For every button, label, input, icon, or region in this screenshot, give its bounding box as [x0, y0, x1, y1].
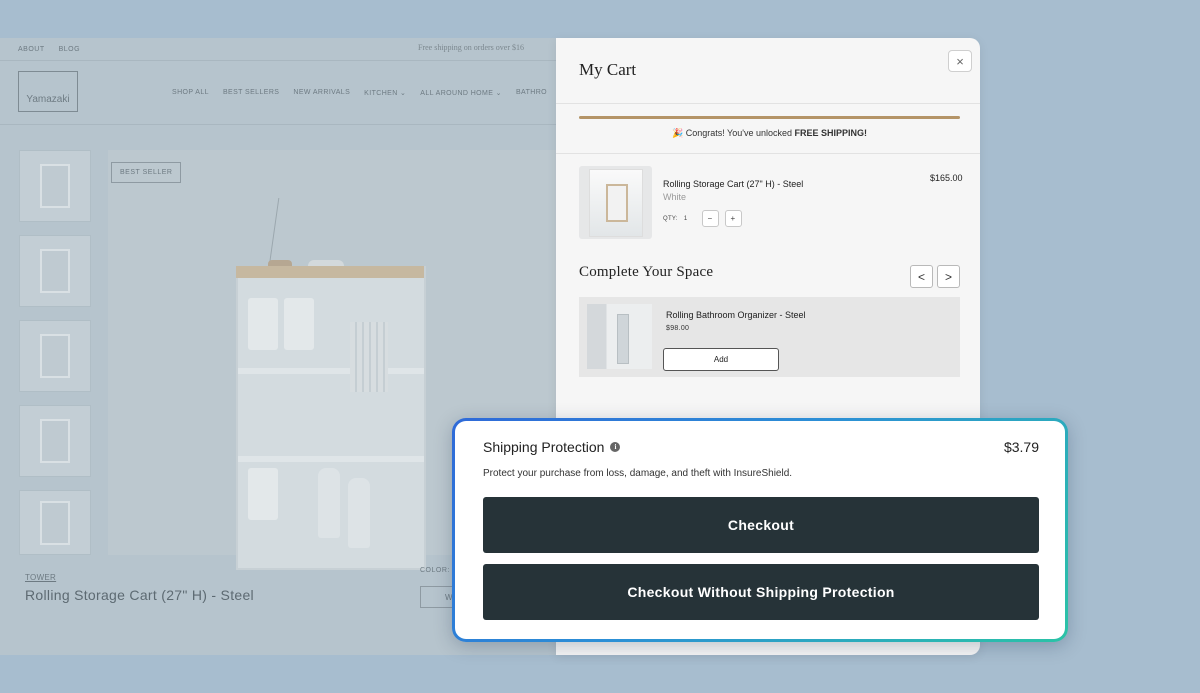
storage-cart-illustration: [236, 266, 426, 570]
towel-roll: [248, 468, 278, 520]
upsell-product-name[interactable]: Rolling Bathroom Organizer - Steel: [666, 310, 806, 320]
checkout-without-protection-button[interactable]: Checkout Without Shipping Protection: [483, 564, 1039, 620]
product-thumbnail[interactable]: [19, 320, 91, 392]
thumbnail-image: [40, 500, 70, 545]
cart-title: My Cart: [579, 60, 637, 79]
upsell-section-title: Complete Your Space: [579, 264, 714, 280]
nav-new-arrivals[interactable]: NEW ARRIVALS: [293, 89, 350, 97]
chevron-right-icon: >: [944, 269, 952, 284]
shipping-protection-title: Shipping Protection i: [483, 439, 621, 455]
upsell-prev-button[interactable]: <: [910, 265, 933, 288]
cart-divider: [556, 153, 980, 154]
qty-decrease-button[interactable]: −: [701, 210, 719, 227]
cart-item-image[interactable]: [579, 166, 652, 239]
thumbnail-image: [40, 249, 70, 293]
shipping-protection-title-text: Shipping Protection: [483, 439, 605, 455]
product-brand-link[interactable]: TOWER: [25, 573, 56, 582]
chevron-left-icon: <: [917, 269, 925, 284]
quantity-stepper: QTY: 1 − +: [663, 210, 742, 227]
product-thumbnail[interactable]: [19, 235, 91, 307]
close-button[interactable]: ×: [948, 50, 972, 72]
nav-shop-all[interactable]: SHOP ALL: [172, 89, 209, 97]
info-icon[interactable]: i: [610, 442, 621, 452]
cart-item-photo: [588, 168, 643, 237]
product-thumbnail[interactable]: [19, 405, 91, 477]
add-to-cart-button[interactable]: Add: [663, 348, 779, 371]
towel-roll: [284, 298, 314, 350]
bottle: [348, 478, 370, 548]
shipping-protection-panel: Shipping Protection i $3.79 Protect your…: [452, 418, 1068, 642]
qty-label: QTY:: [663, 215, 678, 222]
best-seller-badge: BEST SELLER: [111, 162, 182, 183]
free-shipping-message: 🎉 Congrats! You've unlocked FREE SHIPPIN…: [579, 128, 960, 139]
top-link-blog[interactable]: BLOG: [59, 46, 80, 53]
upsell-product-image[interactable]: [587, 304, 652, 369]
thumbnail-image: [40, 334, 70, 378]
cart-top: [236, 266, 424, 278]
cart-header: My Cart ×: [556, 38, 980, 104]
cart-shelf: [238, 368, 424, 374]
free-shipping-emphasis: FREE SHIPPING!: [794, 128, 868, 138]
product-thumbnail[interactable]: [19, 150, 91, 222]
bottle: [318, 468, 340, 538]
nav-all-around-home[interactable]: ALL AROUND HOME ⌄: [420, 89, 502, 97]
checkout-button[interactable]: Checkout: [483, 497, 1039, 553]
upsell-product-card: Rolling Bathroom Organizer - Steel $98.0…: [579, 297, 960, 377]
cart-item-price: $165.00: [930, 173, 963, 183]
shipping-protection-card: Shipping Protection i $3.79 Protect your…: [455, 421, 1065, 639]
free-shipping-message-text: 🎉 Congrats! You've unlocked: [671, 128, 795, 138]
nav-bathroom[interactable]: BATHRO: [516, 89, 547, 97]
upsell-product-price: $98.00: [666, 325, 690, 332]
qty-value: 1: [683, 215, 688, 222]
towel-roll: [248, 298, 278, 350]
cart-item-name[interactable]: Rolling Storage Cart (27" H) - Steel: [663, 179, 803, 189]
store-topbar: ABOUT BLOG Free shipping on orders over …: [0, 38, 560, 61]
store-logo[interactable]: Yamazaki: [18, 71, 78, 112]
product-thumbnail[interactable]: [19, 490, 91, 555]
free-shipping-progress-bar: [579, 116, 960, 119]
top-link-about[interactable]: ABOUT: [18, 46, 45, 53]
upsell-next-button[interactable]: >: [937, 265, 960, 288]
nav-kitchen[interactable]: KITCHEN ⌄: [364, 89, 406, 97]
thumbnail-image: [40, 164, 70, 208]
product-title: Rolling Storage Cart (27" H) - Steel: [25, 587, 254, 603]
color-label: COLOR:: [420, 567, 450, 574]
thumbnail-image: [40, 419, 70, 463]
cart-shelf: [238, 456, 424, 462]
books: [350, 322, 388, 392]
shipping-protection-description: Protect your purchase from loss, damage,…: [483, 468, 793, 479]
close-icon: ×: [956, 53, 964, 69]
store-divider: [0, 124, 560, 125]
store-nav: SHOP ALL BEST SELLERS NEW ARRIVALS KITCH…: [172, 89, 547, 97]
qty-increase-button[interactable]: +: [724, 210, 742, 227]
cart-item-variant: White: [663, 192, 687, 202]
nav-best-sellers[interactable]: BEST SELLERS: [223, 89, 279, 97]
shipping-protection-price: $3.79: [1003, 439, 1039, 455]
promo-text: Free shipping on orders over $16: [418, 43, 524, 52]
logo-text: Yamazaki: [26, 94, 70, 105]
